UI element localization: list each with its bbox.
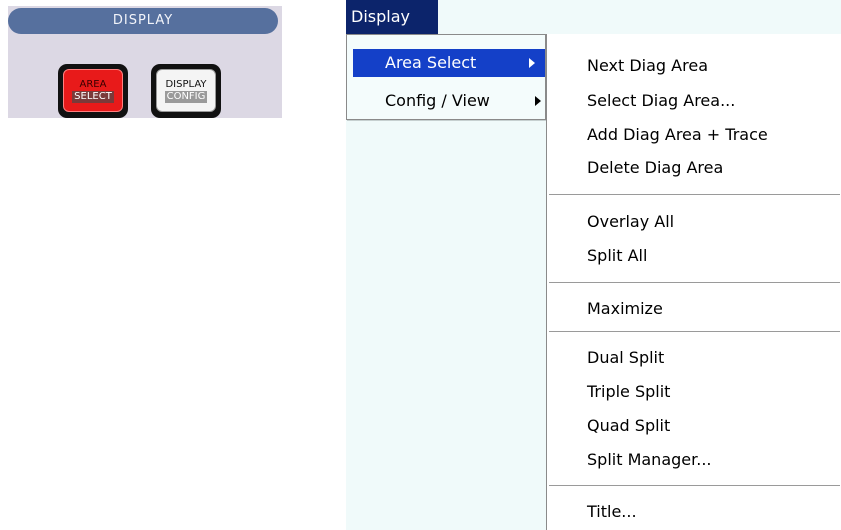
menu-separator <box>549 331 840 333</box>
submenu-item-split-manager[interactable]: Split Manager... <box>587 448 711 472</box>
submenu-item-dual-split[interactable]: Dual Split <box>587 346 664 370</box>
display-config-key-line1: DISPLAY <box>165 78 207 90</box>
menu-item-config-view[interactable]: Config / View <box>353 87 551 115</box>
menu-display[interactable]: Display <box>346 0 438 34</box>
display-config-hardkey[interactable]: DISPLAY CONFIG <box>151 64 221 118</box>
menu-item-area-select-label: Area Select <box>385 53 477 72</box>
submenu-item-quad-split[interactable]: Quad Split <box>587 414 670 438</box>
area-select-hardkey[interactable]: AREA SELECT <box>58 64 128 118</box>
display-hardkey-panel: DISPLAY AREA SELECT DISPLAY CONFIG <box>8 6 282 118</box>
menu-bar: Display <box>346 0 841 34</box>
submenu-item-split-all[interactable]: Split All <box>587 244 647 268</box>
submenu-item-triple-split[interactable]: Triple Split <box>587 380 670 404</box>
area-select-key-line1: AREA <box>79 78 107 90</box>
area-select-key-line2: SELECT <box>72 90 114 103</box>
submenu-item-next-diag-area[interactable]: Next Diag Area <box>587 54 708 78</box>
display-config-key-line2: CONFIG <box>164 90 208 103</box>
submenu-item-add-diag-area-trace[interactable]: Add Diag Area + Trace <box>587 123 768 147</box>
panel-title: DISPLAY <box>8 8 278 34</box>
menu-item-area-select[interactable]: Area Select <box>353 49 545 77</box>
menu-separator <box>549 194 840 196</box>
submenu-item-title[interactable]: Title... <box>587 500 637 524</box>
submenu-item-overlay-all[interactable]: Overlay All <box>587 210 674 234</box>
submenu-arrow-icon <box>529 58 535 68</box>
display-config-key-face: DISPLAY CONFIG <box>156 69 216 112</box>
menu-separator <box>549 282 840 284</box>
menu-separator <box>549 485 840 487</box>
submenu-item-select-diag-area[interactable]: Select Diag Area... <box>587 89 735 113</box>
area-select-submenu: Next Diag Area Select Diag Area... Add D… <box>546 34 841 530</box>
display-dropdown-menu: Area Select Config / View <box>346 34 546 120</box>
submenu-item-maximize[interactable]: Maximize <box>587 297 663 321</box>
submenu-arrow-icon <box>535 96 541 106</box>
menu-item-config-view-label: Config / View <box>385 91 490 110</box>
submenu-item-delete-diag-area[interactable]: Delete Diag Area <box>587 156 723 180</box>
area-select-key-face: AREA SELECT <box>63 69 123 112</box>
